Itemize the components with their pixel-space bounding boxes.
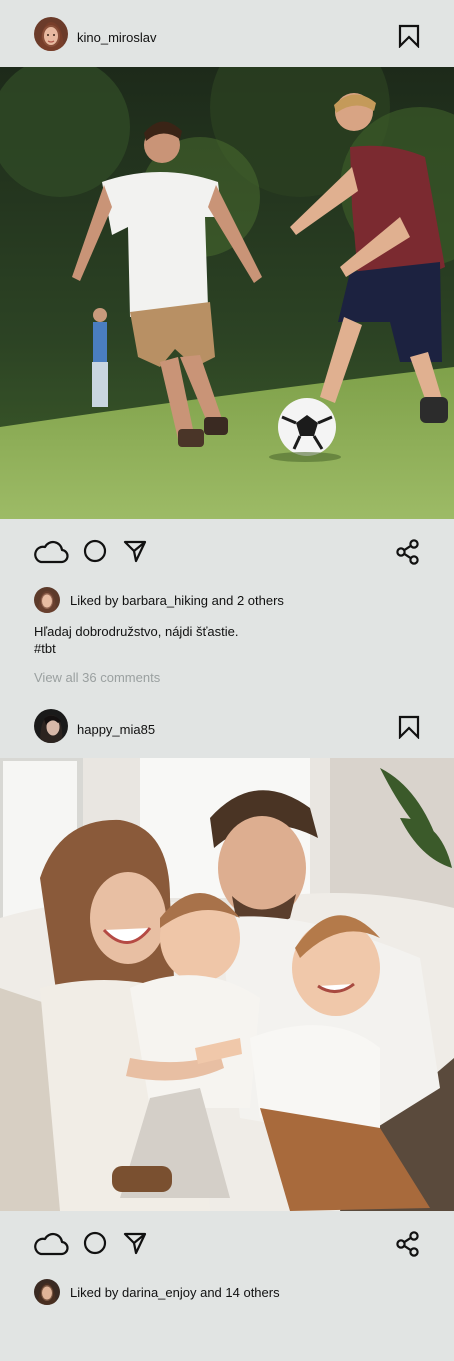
post-actions [0, 519, 454, 585]
send-arrow-icon[interactable] [123, 1231, 147, 1255]
send-arrow-icon[interactable] [123, 539, 147, 563]
post-photo[interactable] [0, 67, 454, 519]
post-header: kino_miroslav [0, 0, 454, 67]
post-actions [0, 1211, 454, 1277]
bookmark-icon[interactable] [398, 24, 420, 48]
avatar[interactable] [34, 17, 68, 51]
likes-row: Liked by darina_enjoy and 14 others [0, 1277, 454, 1307]
like-cloud-icon[interactable] [33, 1231, 69, 1257]
liker-avatar[interactable] [34, 587, 60, 613]
hashtag[interactable]: #tbt [34, 640, 454, 657]
username[interactable]: happy_mia85 [77, 722, 155, 738]
username[interactable]: kino_miroslav [77, 30, 156, 46]
share-icon[interactable] [396, 539, 420, 565]
liker-avatar[interactable] [34, 1279, 60, 1305]
comment-circle-icon[interactable] [83, 1231, 107, 1255]
comment-circle-icon[interactable] [83, 539, 107, 563]
likes-text[interactable]: Liked by darina_enjoy and 14 others [70, 1285, 280, 1301]
avatar[interactable] [34, 709, 68, 743]
post-2: happy_mia85 Liked by darina_enjoy and 14… [0, 704, 454, 1307]
bookmark-icon[interactable] [398, 715, 420, 739]
post-photo[interactable] [0, 758, 454, 1211]
caption: Hľadaj dobrodružstvo, nájdi šťastie. #tb… [34, 623, 454, 657]
likes-row: Liked by barbara_hiking and 2 others [0, 585, 454, 615]
post-1: kino_miroslav Liked by barbara_hiking an… [0, 0, 454, 686]
view-comments-link[interactable]: View all 36 comments [34, 670, 454, 686]
share-icon[interactable] [396, 1231, 420, 1257]
likes-text[interactable]: Liked by barbara_hiking and 2 others [70, 593, 284, 609]
caption-text: Hľadaj dobrodružstvo, nájdi šťastie. [34, 624, 239, 639]
like-cloud-icon[interactable] [33, 539, 69, 565]
